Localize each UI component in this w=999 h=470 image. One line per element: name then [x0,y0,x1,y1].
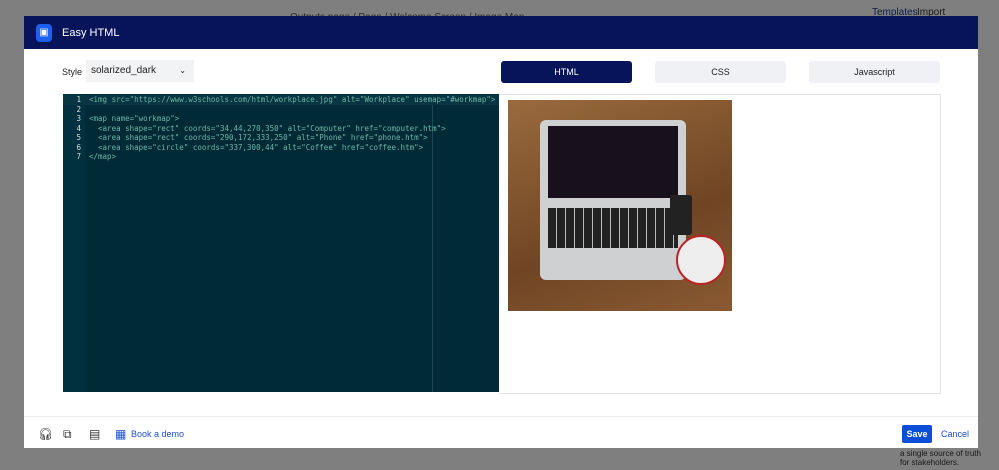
code-text: <area shape="rect" coords="290,172,333,2… [89,133,428,142]
code-line[interactable]: 3 <map name="workmap"> [63,114,499,124]
workplace-image[interactable] [508,100,732,311]
modal-footer: 🎧︎ ⧉ ▤ ▦ Book a demo Save Cancel [24,416,978,449]
line-number: 4 [76,123,81,133]
code-line[interactable]: 6 <area shape="circle" coords="337,300,4… [63,143,499,153]
line-number: 6 [76,142,81,152]
code-line[interactable]: 7 </map> [63,152,499,162]
code-text: </map> [89,152,117,161]
style-label: Style [62,67,83,77]
code-line[interactable]: 1 <img src="https://www.w3schools.com/htm… [63,95,499,105]
easy-html-modal: ▣ Easy HTML Style solarized_dark ⌄ HTML C… [24,16,978,448]
line-number: 7 [76,152,81,161]
line-number: 3 [76,114,81,123]
chevron-down-icon: ⌄ [179,66,186,75]
tab-javascript[interactable]: Javascript [809,61,940,83]
code-text: <area shape="circle" coords="337,300,44"… [89,142,424,152]
code-text: <img src="https://www.w3schools.com/html… [89,95,496,104]
code-text: <area shape="rect" coords="34,44,270,350… [89,123,446,133]
style-select[interactable]: solarized_dark ⌄ [86,60,194,82]
cancel-button[interactable]: Cancel [941,429,969,439]
app-logo-icon: ▣ [36,23,52,42]
modal-title: Easy HTML [62,26,120,39]
preview-pane [499,94,941,394]
save-button[interactable]: Save [902,425,932,443]
coffee-area[interactable] [676,235,726,285]
line-number: 5 [76,133,81,142]
tab-html[interactable]: HTML [501,61,632,83]
line-number: 1 [76,95,81,104]
code-line[interactable]: 2 [63,105,499,115]
computer-area[interactable] [540,120,686,280]
code-editor[interactable]: 1 <img src="https://www.w3schools.com/htm… [63,94,499,392]
code-line[interactable]: 5 <area shape="rect" coords="290,172,333… [63,133,499,143]
code-text: <map name="workmap"> [89,114,180,123]
style-value: solarized_dark [91,65,157,76]
line-number: 2 [76,104,81,114]
modal-header: ▣ Easy HTML [24,16,978,49]
calendar-icon: ▦ [115,427,127,441]
phone-area[interactable] [670,195,692,235]
copy-icon[interactable]: ⧉ [63,427,72,442]
book-demo-link[interactable]: Book a demo [131,429,184,439]
tab-css[interactable]: CSS [655,61,786,83]
headset-icon[interactable]: 🎧︎ [38,427,53,441]
document-icon[interactable]: ▤ [89,427,100,441]
code-line[interactable]: 4 <area shape="rect" coords="34,44,270,3… [63,124,499,134]
